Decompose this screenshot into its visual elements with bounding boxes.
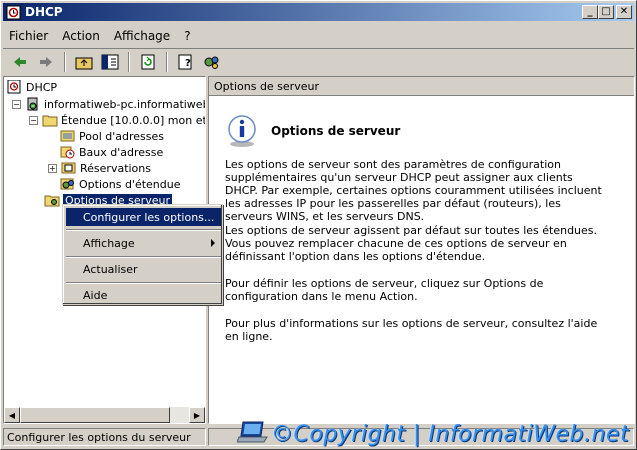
tree-label: Options d'étendue [79,177,181,191]
back-icon[interactable] [9,51,31,73]
menu-fichier[interactable]: Fichier [9,29,48,43]
title-bar[interactable]: DHCP _ □ ✕ [3,3,634,21]
menu-help[interactable]: ? [184,29,190,43]
menu-item-affichage[interactable]: Affichage [66,234,221,252]
horizontal-scrollbar[interactable]: ◀ ▶ [4,407,205,423]
scrollbar-thumb[interactable] [20,407,170,423]
window-title: DHCP [25,5,63,19]
details-pane: Options de serveur Options de serveur Le… [208,76,635,424]
toolbar-separator [128,51,130,72]
server-icon [25,97,41,111]
address-pool-icon [60,129,76,143]
scope-options-icon [60,177,76,191]
laptop-icon [236,420,271,449]
folder-icon [42,113,58,127]
tree-node-leases[interactable]: Baux d'adresse [60,144,163,160]
details-pane-header: Options de serveur [209,77,634,96]
expand-toggle[interactable]: + [48,163,57,173]
tree-label: Étendue [10.0.0.0] mon etendue [61,113,205,127]
options-icon[interactable] [201,51,223,73]
tree-node-reservations[interactable]: + Réservations [48,160,151,176]
menu-item-label: Affichage [83,236,135,250]
tree-label: informatiweb-pc.informatiweb.lan [44,97,205,111]
info-icon [225,114,259,148]
maximize-button[interactable]: □ [598,5,614,19]
tree-node-scope-options[interactable]: Options d'étendue [60,176,181,192]
tree-label: Baux d'adresse [79,145,164,159]
menu-item-help[interactable]: Aide [66,286,221,304]
menu-separator [66,282,221,284]
mmc-window: DHCP _ □ ✕ Fichier Action Affichage ? ? … [0,0,637,450]
toolbar: ? [3,48,634,74]
svg-text:?: ? [185,58,191,69]
submenu-arrow-icon [211,239,215,247]
toolbar-separator [64,51,66,72]
tree-node-address-pool[interactable]: Pool d'adresses [60,128,164,144]
collapse-toggle[interactable]: − [29,115,38,125]
up-folder-icon[interactable] [73,51,95,73]
dhcp-app-icon [6,5,21,20]
details-title: Options de serveur [271,124,401,138]
menu-item-configure-options[interactable]: Configurer les options... [66,208,221,226]
tree-label: Pool d'adresses [79,129,164,143]
menu-affichage[interactable]: Affichage [114,29,170,43]
refresh-icon[interactable] [137,51,159,73]
description-paragraph: Pour définir les options de serveur, cli… [225,277,544,303]
forward-icon[interactable] [35,51,57,73]
tree-node-server[interactable]: − informatiweb-pc.informatiweb.lan [12,96,205,112]
properties-icon[interactable]: ? [175,51,197,73]
tree-node-dhcp[interactable]: DHCP [7,79,57,95]
copyright-watermark: ©Copyright | InformatiWeb.net [236,420,630,449]
show-hide-tree-icon[interactable] [99,51,121,73]
menu-action[interactable]: Action [62,29,100,43]
menu-bar: Fichier Action Affichage ? [3,25,634,47]
reservations-icon [61,161,77,175]
tree-label: DHCP [26,80,58,94]
server-options-icon [44,193,60,207]
tree-label: Réservations [80,161,151,175]
tree-node-scope[interactable]: − Étendue [10.0.0.0] mon etendue [29,112,205,128]
description-paragraph: Pour plus d'informations sur les options… [225,317,598,343]
description-paragraph: Les options de serveur agissent par défa… [225,224,598,263]
menu-item-refresh[interactable]: Actualiser [66,260,221,278]
menu-separator [66,256,221,258]
close-button[interactable]: ✕ [616,5,632,19]
collapse-toggle[interactable]: − [12,99,21,109]
status-text: Configurer les options du serveur [3,428,206,446]
watermark-text: ©Copyright | InformatiWeb.net [271,422,630,447]
description-paragraph: Les options de serveur sont des paramètr… [225,158,602,223]
leases-icon [60,145,76,159]
scroll-left-icon[interactable]: ◀ [4,407,20,423]
context-menu: Configurer les options... Affichage Actu… [62,204,223,305]
minimize-button[interactable]: _ [582,5,598,19]
dhcp-icon [7,79,23,94]
menu-separator [66,229,221,231]
toolbar-separator [166,51,168,72]
scroll-right-icon[interactable]: ▶ [189,407,205,423]
